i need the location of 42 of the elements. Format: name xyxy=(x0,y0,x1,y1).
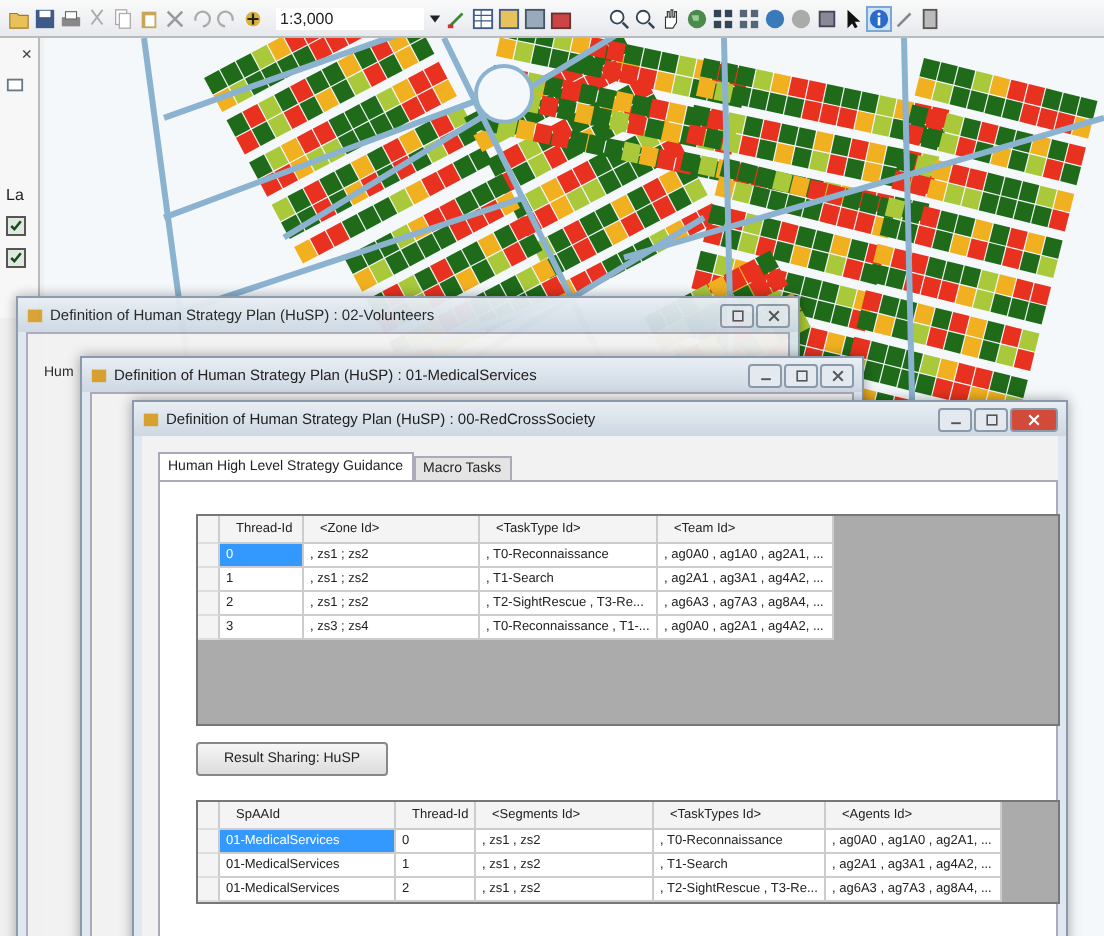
hand-icon[interactable] xyxy=(660,7,682,29)
info-icon[interactable] xyxy=(868,7,890,29)
folder-icon[interactable] xyxy=(8,7,30,29)
maximize-icon xyxy=(793,367,809,383)
close-button[interactable] xyxy=(1010,407,1058,431)
delete-icon[interactable] xyxy=(164,7,186,29)
pencil-icon[interactable] xyxy=(894,7,916,29)
close-button[interactable]: × xyxy=(21,44,32,64)
save-icon[interactable] xyxy=(34,7,56,29)
scale-field[interactable]: 1:3,000 xyxy=(276,7,424,29)
pointer-icon[interactable] xyxy=(842,7,864,29)
add-data-icon[interactable] xyxy=(242,7,264,29)
close-icon xyxy=(1026,411,1042,427)
zoom-in-icon[interactable] xyxy=(608,7,630,29)
app-icon xyxy=(142,410,160,428)
table-icon[interactable] xyxy=(472,7,494,29)
app-icon xyxy=(26,306,44,324)
maximize-button[interactable] xyxy=(784,363,818,387)
minimize-button[interactable] xyxy=(748,363,782,387)
close-icon xyxy=(829,367,845,383)
dropdown-arrow-icon[interactable] xyxy=(428,11,442,25)
printer-icon[interactable] xyxy=(60,7,82,29)
zoom-out-icon[interactable] xyxy=(634,7,656,29)
close-button[interactable] xyxy=(756,303,790,327)
grid-icon[interactable] xyxy=(738,7,760,29)
layer-label: La xyxy=(6,186,24,204)
maximize-button[interactable] xyxy=(974,407,1008,431)
app-icon xyxy=(90,366,108,384)
close-icon xyxy=(765,307,781,323)
maximize-button[interactable] xyxy=(720,303,754,327)
row-header xyxy=(198,516,220,544)
maximize-icon xyxy=(729,307,745,323)
layer-checkbox[interactable] xyxy=(6,216,26,236)
maximize-icon xyxy=(983,411,999,427)
clipboard-icon[interactable] xyxy=(138,7,160,29)
layer-checkbox[interactable] xyxy=(6,248,26,268)
globe-icon[interactable] xyxy=(686,7,708,29)
editor-icon[interactable] xyxy=(446,7,468,29)
row-header xyxy=(198,802,220,830)
close-button[interactable] xyxy=(820,363,854,387)
minimize-button[interactable] xyxy=(938,407,972,431)
grid-icon[interactable] xyxy=(712,7,734,29)
